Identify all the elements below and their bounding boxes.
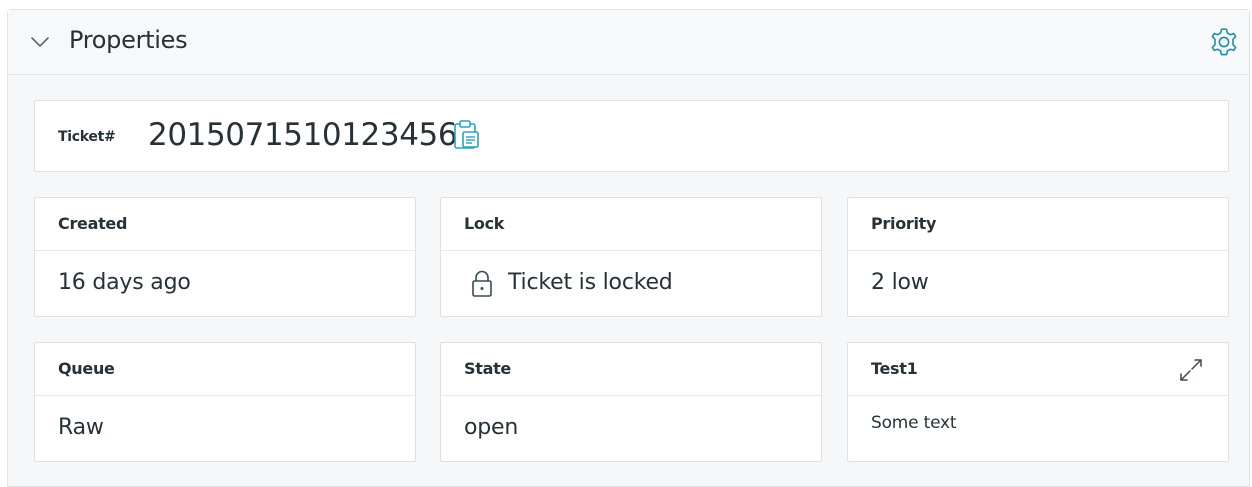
state-value: open bbox=[464, 415, 519, 440]
priority-value: 2 low bbox=[871, 270, 929, 295]
ticket-label: Ticket# bbox=[58, 129, 116, 145]
test1-label: Test1 bbox=[871, 359, 918, 378]
expand-icon[interactable] bbox=[1176, 355, 1206, 385]
test1-header: Test1 bbox=[848, 343, 1228, 396]
widget-header: Properties bbox=[8, 10, 1249, 75]
lock-icon bbox=[471, 270, 493, 298]
ticket-number: 2015071510123456 bbox=[148, 117, 458, 153]
queue-header: Queue bbox=[35, 343, 415, 396]
state-label: State bbox=[464, 359, 511, 378]
clipboard-icon[interactable] bbox=[451, 118, 483, 152]
queue-label: Queue bbox=[58, 359, 115, 378]
ticket-number-card: Ticket# 2015071510123456 bbox=[34, 100, 1229, 172]
state-header: State bbox=[441, 343, 821, 396]
queue-value: Raw bbox=[58, 415, 104, 440]
created-label: Created bbox=[58, 214, 128, 233]
properties-widget: Properties Ticket# 2015071510123456 Crea… bbox=[7, 9, 1250, 487]
created-card: Created 16 days ago bbox=[34, 197, 416, 317]
test1-card: Test1 Some text bbox=[847, 342, 1229, 462]
created-value: 16 days ago bbox=[58, 270, 191, 295]
priority-card: Priority 2 low bbox=[847, 197, 1229, 317]
widget-title: Properties bbox=[69, 26, 188, 54]
priority-label: Priority bbox=[871, 214, 937, 233]
lock-card: Lock Ticket is locked bbox=[440, 197, 822, 317]
lock-header: Lock bbox=[441, 198, 821, 251]
created-header: Created bbox=[35, 198, 415, 251]
state-card: State open bbox=[440, 342, 822, 462]
queue-card: Queue Raw bbox=[34, 342, 416, 462]
test1-value: Some text bbox=[871, 413, 957, 433]
priority-header: Priority bbox=[848, 198, 1228, 251]
lock-label: Lock bbox=[464, 214, 505, 233]
gear-icon[interactable] bbox=[1208, 26, 1240, 58]
lock-value: Ticket is locked bbox=[508, 270, 673, 295]
chevron-down-icon[interactable] bbox=[30, 34, 50, 50]
